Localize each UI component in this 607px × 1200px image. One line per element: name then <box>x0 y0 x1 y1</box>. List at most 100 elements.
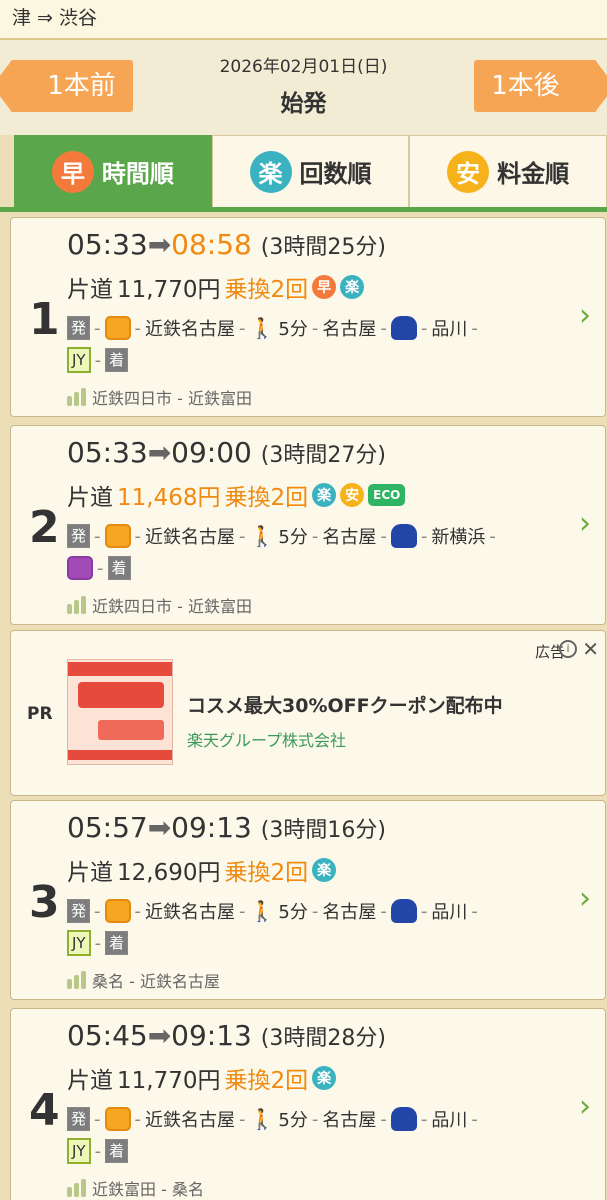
result-number: 3 <box>29 877 60 928</box>
ad-banner[interactable]: PR 広告 i ✕ コスメ最大30%OFFクーポン配布中 楽天グループ株式会社 <box>10 630 606 796</box>
route-result-card[interactable]: 1 05:33➡08:58 (3時間25分) 片道 11,770円 乗換2回 早 … <box>10 217 606 417</box>
shinkansen-icon <box>390 316 417 340</box>
shinkansen-icon <box>390 524 417 548</box>
crowding-icon <box>67 596 86 614</box>
route-segments: 発- - 近鉄名古屋 - 🚶 5分 - 名古屋 - - 品川 - <box>67 1104 478 1134</box>
fast-icon: 早 <box>51 150 94 193</box>
duration: (3時間27分) <box>260 443 386 468</box>
tab-label: 料金順 <box>497 160 570 188</box>
arrive-time: 09:13 <box>171 1019 252 1052</box>
walk-icon: 🚶 <box>249 1107 275 1131</box>
chevron-right-icon[interactable]: › <box>579 1089 591 1124</box>
station: 近鉄名古屋 <box>145 902 236 923</box>
chevron-right-icon[interactable]: › <box>579 298 591 333</box>
shinkansen-icon <box>390 1107 417 1131</box>
easy-badge-icon: 楽 <box>312 858 337 882</box>
route-segments: 発- - 近鉄名古屋 - 🚶 5分 - 名古屋 - - 品川 - <box>67 313 478 343</box>
tab-fare-order[interactable]: 安 料金順 <box>409 135 607 207</box>
result-number: 2 <box>29 502 60 553</box>
arrow-right-icon: ➡ <box>147 228 172 261</box>
arrive-tag: 着 <box>105 931 129 955</box>
crowding-info: 桑名 - 近鉄名古屋 <box>67 968 220 992</box>
ad-thumbnail[interactable] <box>67 659 173 765</box>
route-result-card[interactable]: 4 05:45➡09:13 (3時間28分) 片道 11,770円 乗換2回 楽 … <box>10 1008 606 1200</box>
result-times: 05:57➡09:13 (3時間16分) <box>67 811 386 844</box>
result-times: 05:33➡09:00 (3時間27分) <box>67 436 386 469</box>
walk-time: 5分 <box>278 1110 308 1131</box>
fare-prefix: 片道 <box>67 860 113 886</box>
depart-time: 05:57 <box>67 811 148 844</box>
arrive-time: 09:00 <box>171 436 252 469</box>
header: 1本前 2026年02月01日(日) 始発 1本後 <box>0 40 607 135</box>
cheap-icon: 安 <box>447 150 490 193</box>
train-icon <box>104 1107 131 1131</box>
pr-label: PR <box>27 704 53 724</box>
fare-prefix: 片道 <box>67 485 113 511</box>
chevron-right-icon[interactable]: › <box>579 881 591 916</box>
crowding-info: 近鉄富田 - 桑名 <box>67 1176 204 1200</box>
station: 名古屋 <box>322 319 377 340</box>
crowding-icon <box>67 971 86 989</box>
result-times: 05:45➡09:13 (3時間28分) <box>67 1019 386 1052</box>
easy-icon: 楽 <box>249 150 292 193</box>
station: 品川 <box>431 1110 468 1131</box>
tab-label: 時間順 <box>101 160 174 188</box>
fare-value: 11,770円 <box>117 1068 221 1094</box>
route-segments-cont: JY - 着 <box>67 1136 129 1166</box>
tabs-underline <box>0 207 607 212</box>
route-segments: 発- - 近鉄名古屋 - 🚶 5分 - 名古屋 - - 新横浜 - <box>67 521 496 551</box>
eco-badge-icon: ECO <box>368 484 406 506</box>
depart-time: 05:33 <box>67 228 148 261</box>
fare-row: 片道 11,770円 乗換2回 楽 <box>67 1061 337 1095</box>
route-result-card[interactable]: 2 05:33➡09:00 (3時間27分) 片道 11,468円 乗換2回 楽 … <box>10 425 606 625</box>
ad-advertiser[interactable]: 楽天グループ株式会社 <box>187 727 346 751</box>
walk-icon: 🚶 <box>249 316 275 340</box>
close-icon[interactable]: ✕ <box>582 637 599 661</box>
fare-row: 片道 12,690円 乗換2回 楽 <box>67 853 337 887</box>
result-number: 1 <box>29 294 60 345</box>
arrow-right-icon: ➡ <box>147 811 172 844</box>
fare-row: 片道 11,770円 乗換2回 早 楽 <box>67 270 365 304</box>
crowding-section: 桑名 - 近鉄名古屋 <box>92 972 220 991</box>
crowding-section: 近鉄四日市 - 近鉄富田 <box>92 597 252 616</box>
result-number: 4 <box>29 1085 60 1136</box>
walk-icon: 🚶 <box>249 524 275 548</box>
fare-value: 11,770円 <box>117 277 221 303</box>
station: 近鉄名古屋 <box>145 319 236 340</box>
walk-icon: 🚶 <box>249 899 275 923</box>
crowding-icon <box>67 1179 86 1197</box>
ad-headline[interactable]: コスメ最大30%OFFクーポン配布中 <box>187 691 503 718</box>
station: 名古屋 <box>322 1110 377 1131</box>
fare-value: 12,690円 <box>117 860 221 886</box>
fare-prefix: 片道 <box>67 1068 113 1094</box>
tab-label: 回数順 <box>299 160 372 188</box>
train-icon <box>104 899 131 923</box>
station: 品川 <box>431 902 468 923</box>
depart-tag: 発 <box>67 316 91 340</box>
arrive-time: 08:58 <box>171 228 252 261</box>
route-title: 津 ⇒ 渋谷 <box>0 0 607 40</box>
station: 品川 <box>431 319 468 340</box>
jy-line-tag: JY <box>67 347 91 373</box>
station: 近鉄名古屋 <box>145 1110 236 1131</box>
station: 新横浜 <box>431 527 486 548</box>
next-train-button[interactable]: 1本後 <box>474 60 607 112</box>
walk-time: 5分 <box>278 902 308 923</box>
route-segments: 発- - 近鉄名古屋 - 🚶 5分 - 名古屋 - - 品川 - <box>67 896 478 926</box>
route-result-card[interactable]: 3 05:57➡09:13 (3時間16分) 片道 12,690円 乗換2回 楽 … <box>10 800 606 1000</box>
chevron-right-icon[interactable]: › <box>579 506 591 541</box>
duration: (3時間25分) <box>260 235 386 260</box>
walk-time: 5分 <box>278 319 308 340</box>
arrow-right-icon: ➡ <box>147 436 172 469</box>
arrive-tag: 着 <box>107 556 131 580</box>
info-icon[interactable]: i <box>559 640 577 658</box>
crowding-info: 近鉄四日市 - 近鉄富田 <box>67 593 252 617</box>
easy-badge-icon: 楽 <box>312 1066 337 1090</box>
easy-badge-icon: 楽 <box>340 275 365 299</box>
crowding-section: 近鉄四日市 - 近鉄富田 <box>92 389 252 408</box>
tab-time-order[interactable]: 早 時間順 <box>14 135 212 207</box>
fare-value: 11,468円 <box>117 485 221 511</box>
depart-time: 05:33 <box>67 436 148 469</box>
tab-transfer-order[interactable]: 楽 回数順 <box>211 135 410 207</box>
crowding-info: 近鉄四日市 - 近鉄富田 <box>67 385 252 409</box>
